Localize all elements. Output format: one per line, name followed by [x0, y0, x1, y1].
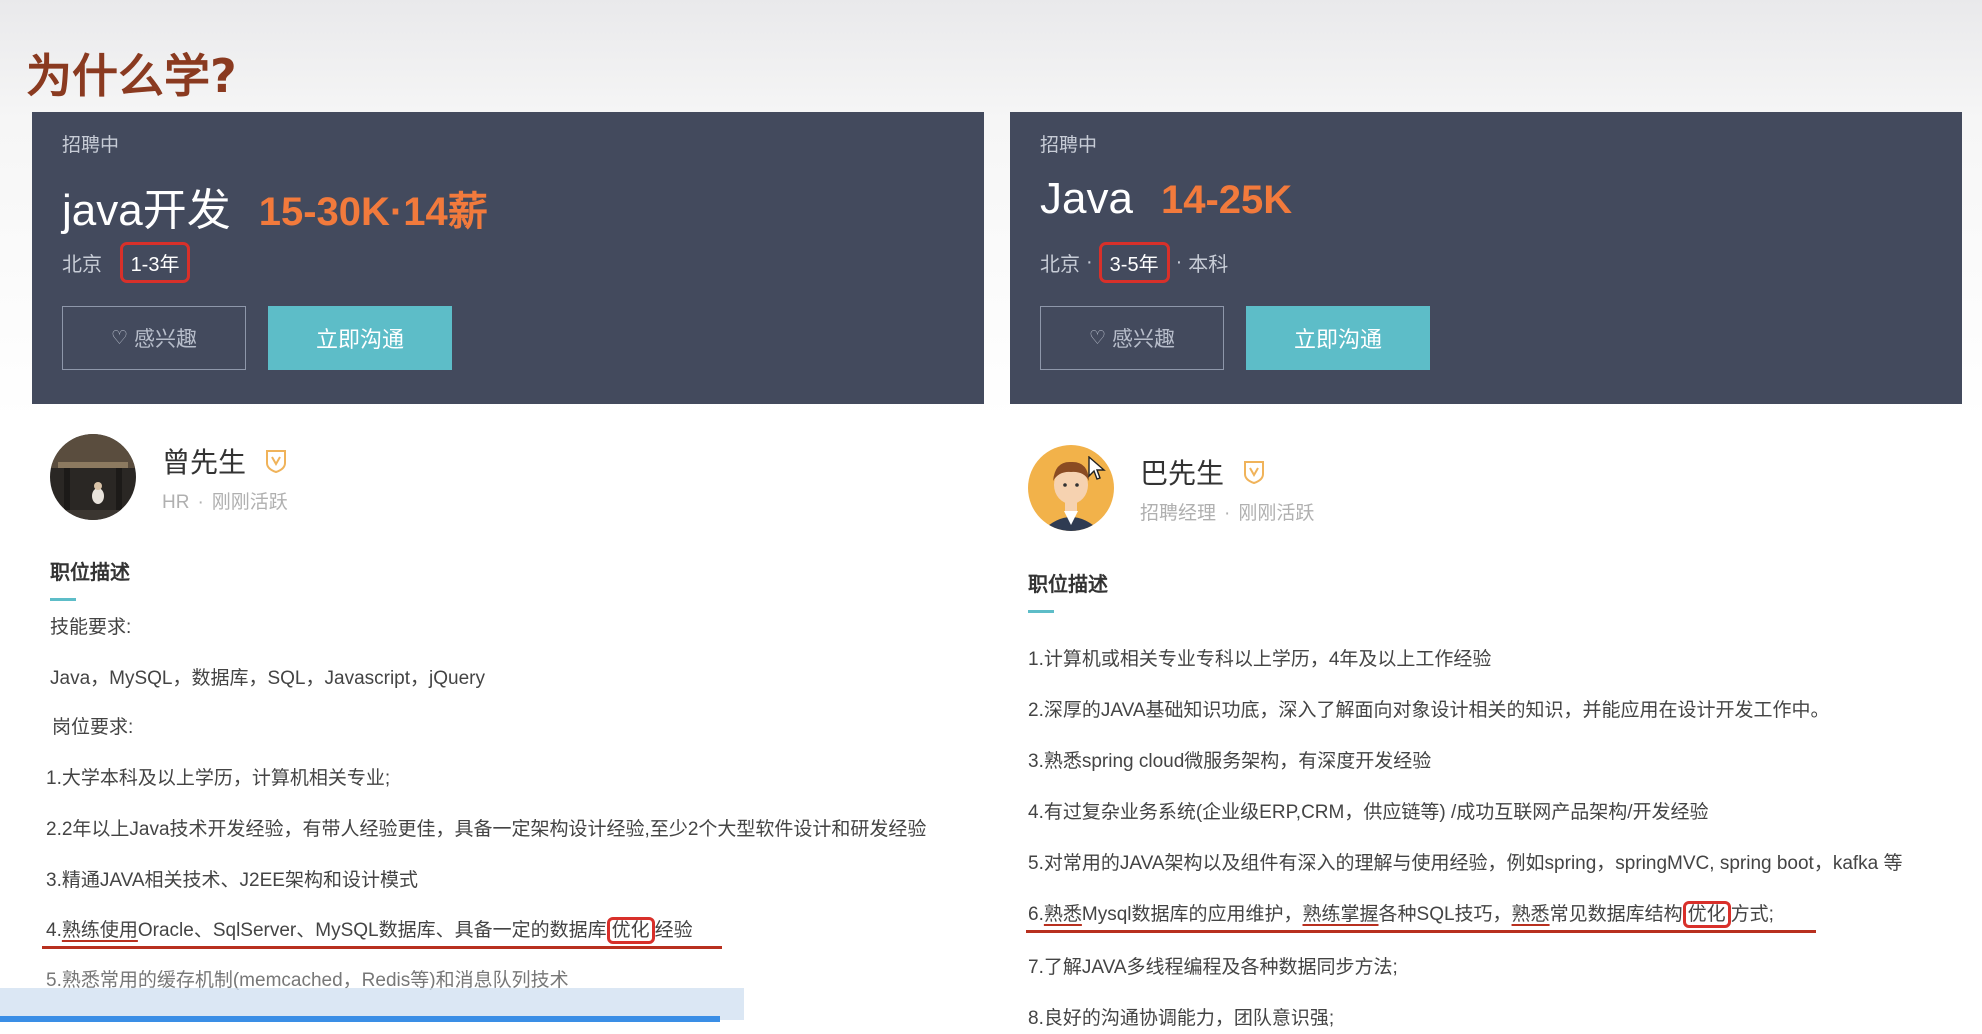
job-education: 本科 [1188, 254, 1229, 276]
meta-separator [108, 251, 114, 274]
desc-line: Java，MySQL，数据库，SQL，Javascript，jQuery [50, 668, 485, 689]
line-text: Oracle、SqlServer、MySQL数据库、具备一定的数据库 [137, 920, 607, 941]
job-salary: 14-25K [1160, 178, 1293, 222]
job-experience: 1-3年 [119, 242, 191, 283]
desc-line: 5.对常用的JAVA架构以及组件有深入的理解与使用经验，例如spring，spr… [1028, 853, 1903, 874]
desc-line-highlighted: 6.熟悉Mysql数据库的应用维护，熟练掌握各种SQL技巧，熟悉常见数据库结构优… [1028, 899, 1774, 928]
desc-line: 8.良好的沟通协调能力，团队意识强; [1028, 1008, 1335, 1029]
interest-label: 感兴趣 [134, 328, 198, 351]
annotation-underline [1026, 930, 1816, 933]
avatar[interactable] [50, 434, 136, 520]
progress-bar [0, 1016, 720, 1022]
chat-button[interactable]: 立即沟通 [268, 306, 452, 370]
job-experience: 3-5年 [1098, 242, 1170, 283]
desc-line: 2.2年以上Java技术开发经验，有带人经验更佳，具备一定架构设计经验,至少2个… [46, 819, 927, 840]
heading-underline [1028, 610, 1054, 613]
line-prefix: 6. [1028, 904, 1044, 925]
heart-icon: ♡ [110, 327, 129, 349]
recruiter-text: 巴先生 招聘经理 · 刚刚活跃 [1140, 452, 1314, 525]
boxed-keyword: 优化 [1682, 901, 1731, 928]
line-prefix: 4. [46, 920, 62, 941]
meta-separator: · [1175, 251, 1183, 273]
recruiter-active: 刚刚活跃 [211, 491, 288, 513]
recruiter-active: 刚刚活跃 [1238, 502, 1315, 524]
recruiter-name-row: 巴先生 [1140, 452, 1314, 492]
recruiter-info: 巴先生 招聘经理 · 刚刚活跃 [1028, 445, 1314, 531]
verified-shield-icon [266, 449, 287, 473]
role-separator: · [197, 491, 204, 513]
desc-line: 4.有过复杂业务系统(企业级ERP,CRM，供应链等) /成功互联网产品架构/开… [1028, 802, 1709, 823]
desc-line: 7.了解JAVA多线程编程及各种数据同步方法; [1028, 957, 1398, 978]
job-status: 招聘中 [62, 135, 120, 156]
job-banner: 招聘中 java开发 15-30K·14薪 北京 1-3年 ♡ 感兴趣 立即沟通 [32, 112, 984, 404]
job-title: java开发 [62, 186, 231, 235]
job-card-right: 招聘中 Java 14-25K 北京 · 3-5年 · 本科 ♡ 感兴趣 立即沟… [1010, 112, 1962, 1034]
desc-line: 2.深厚的JAVA基础知识功底，深入了解面向对象设计相关的知识，并能应用在设计开… [1028, 700, 1830, 721]
slide-title: 为什么学? [26, 49, 237, 103]
job-title: Java [1040, 174, 1133, 223]
interest-button[interactable]: ♡ 感兴趣 [1040, 306, 1224, 370]
desc-line: 3.熟悉spring cloud微服务架构，有深度开发经验 [1028, 751, 1432, 772]
job-meta: 北京 · 3-5年 · 本科 [1040, 242, 1228, 283]
underlined-phrase: 熟练掌握 [1302, 904, 1379, 925]
job-status: 招聘中 [1040, 135, 1098, 156]
job-banner: 招聘中 Java 14-25K 北京 · 3-5年 · 本科 ♡ 感兴趣 立即沟… [1010, 112, 1962, 404]
heading-underline [50, 598, 76, 601]
interest-label: 感兴趣 [1112, 328, 1176, 351]
desc-line: 1.大学本科及以上学历，计算机相关专业; [46, 768, 391, 789]
boxed-keyword: 优化 [606, 917, 655, 944]
desc-line: 3.精通JAVA相关技术、J2EE架构和设计模式 [46, 870, 418, 891]
recruiter-role: 招聘经理 [1140, 502, 1217, 524]
recruiter-role-row: 招聘经理 · 刚刚活跃 [1140, 498, 1314, 525]
recruiter-role-row: HR · 刚刚活跃 [162, 487, 288, 514]
verified-shield-icon [1244, 460, 1265, 484]
annotation-underline [42, 946, 722, 949]
chat-button[interactable]: 立即沟通 [1246, 306, 1430, 370]
underlined-phrase: 熟练使用 [61, 920, 138, 941]
line-text: 各种SQL技巧， [1378, 904, 1512, 925]
job-card-left: 招聘中 java开发 15-30K·14薪 北京 1-3年 ♡ 感兴趣 立即沟通 [32, 112, 984, 1034]
job-city: 北京 [62, 254, 102, 276]
line-text: Mysql数据库的应用维护， [1081, 904, 1303, 925]
desc-line-highlighted: 4.熟练使用Oracle、SqlServer、MySQL数据库、具备一定的数据库… [46, 915, 693, 944]
description-heading: 职位描述 [1028, 574, 1108, 596]
meta-separator: · [1086, 251, 1093, 273]
job-salary: 15-30K·14薪 [258, 190, 488, 234]
desc-line: 技能要求: [50, 617, 132, 638]
recruiter-info: 曾先生 HR · 刚刚活跃 [50, 434, 288, 520]
job-title-row: java开发 15-30K·14薪 [62, 174, 488, 238]
mouse-pointer-icon [1088, 456, 1106, 480]
job-title-row: Java 14-25K [1040, 174, 1292, 224]
desc-line: 1.计算机或相关专业专科以上学历，4年及以上工作经验 [1028, 649, 1492, 670]
recruiter-name: 曾先生 [162, 446, 247, 478]
underlined-phrase: 熟悉 [1043, 904, 1082, 925]
heart-icon: ♡ [1088, 327, 1107, 349]
line-text: 经验 [654, 920, 693, 941]
recruiter-role: HR [162, 491, 190, 513]
underlined-phrase: 熟悉 [1511, 904, 1550, 925]
interest-button[interactable]: ♡ 感兴趣 [62, 306, 246, 370]
role-separator: · [1224, 502, 1231, 524]
desc-line: 岗位要求: [52, 717, 134, 738]
recruiter-name-row: 曾先生 [162, 441, 288, 481]
recruiter-name: 巴先生 [1140, 457, 1225, 489]
description-heading: 职位描述 [50, 562, 130, 584]
line-text: 方式; [1730, 904, 1774, 925]
recruiter-text: 曾先生 HR · 刚刚活跃 [162, 441, 288, 514]
job-city: 北京 [1040, 254, 1080, 276]
job-meta: 北京 1-3年 [62, 242, 191, 283]
line-text: 常见数据库结构 [1549, 904, 1683, 925]
